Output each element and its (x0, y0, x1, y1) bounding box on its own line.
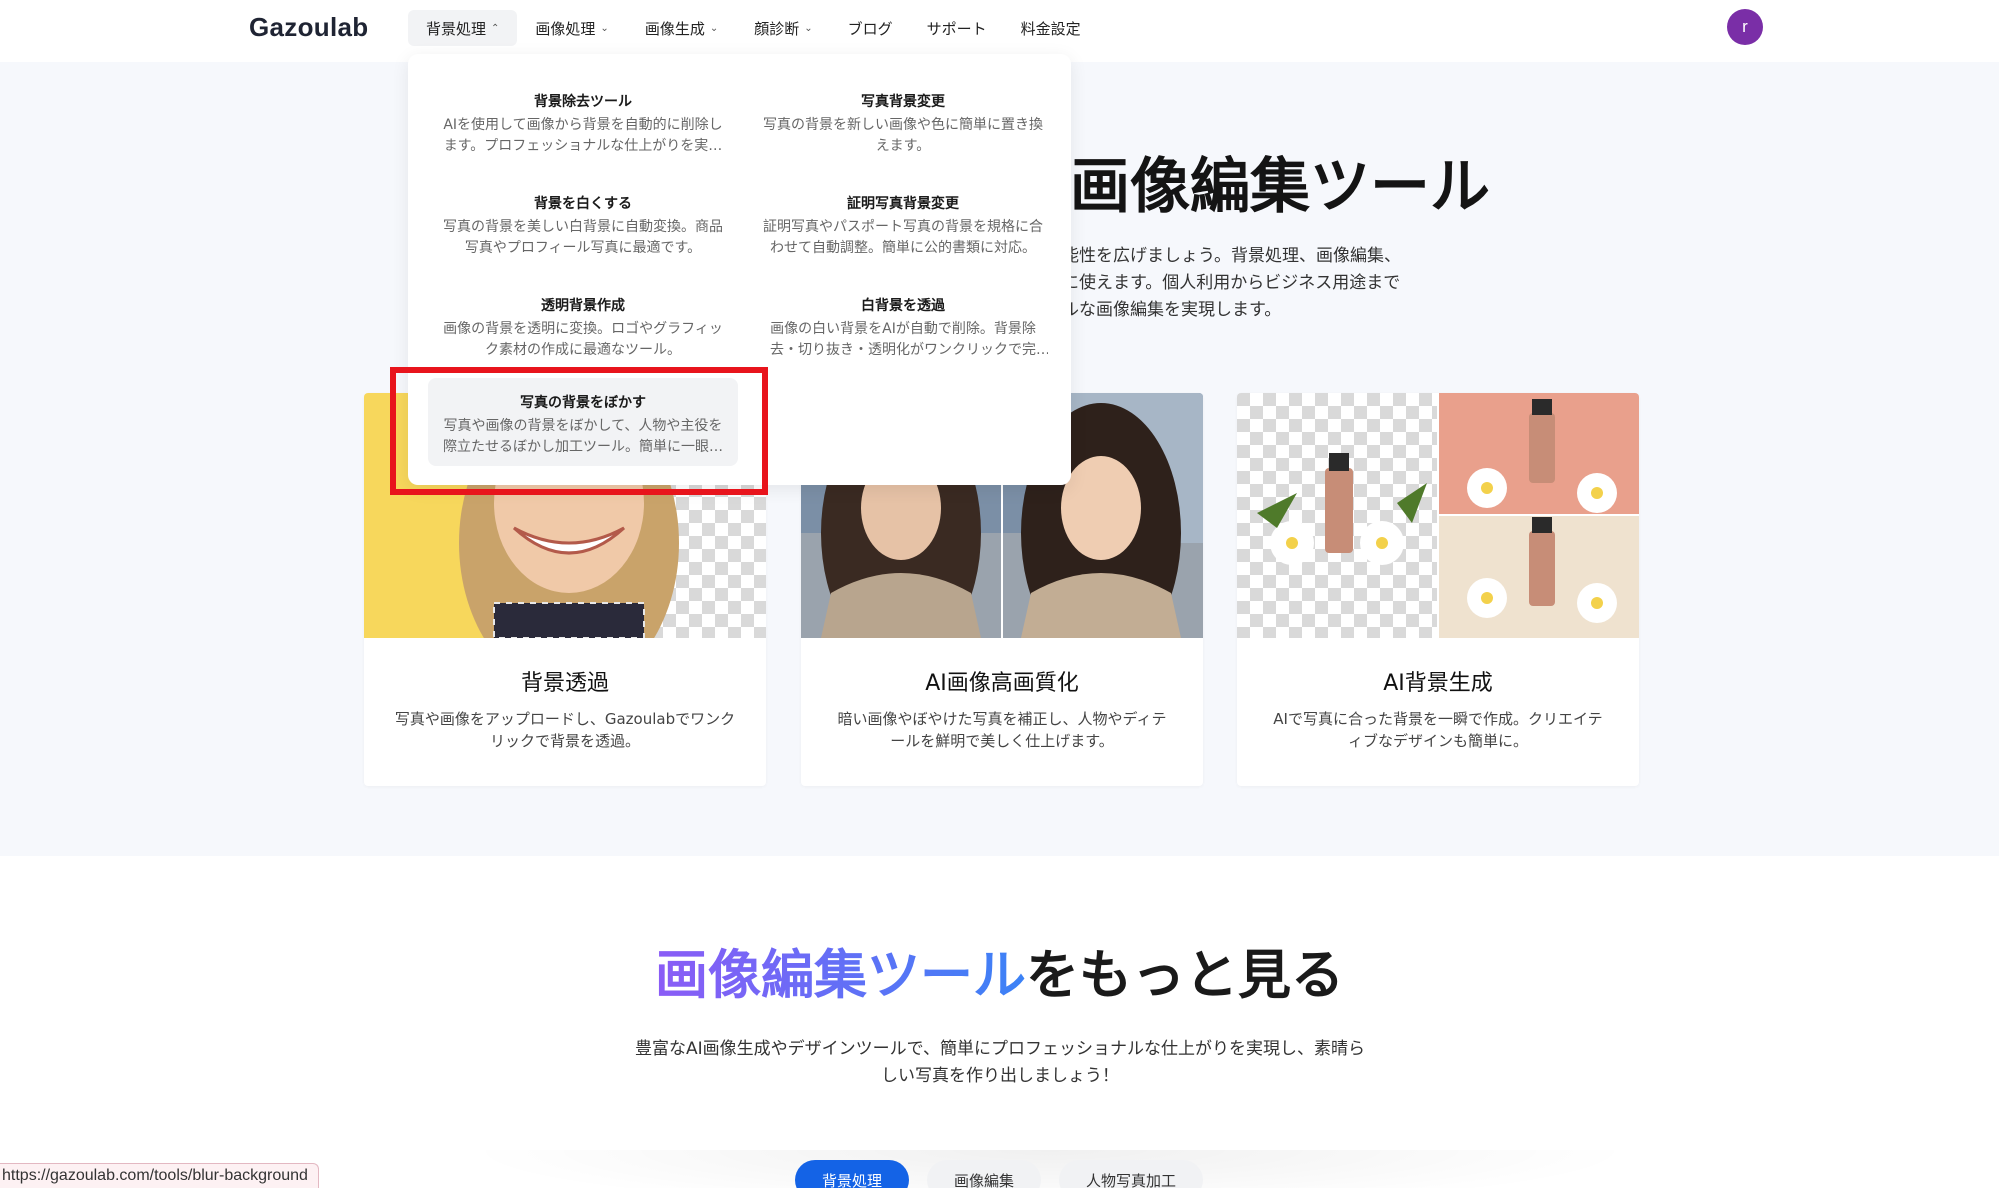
more-tools-title: 画像編集ツールをもっと見る (0, 933, 1999, 1009)
dropdown-item-desc: 証明写真やパスポート写真の背景を規格に合わせて自動調整。簡単に公的書類に対応。 (763, 219, 1043, 256)
nav-face-diagnosis[interactable]: 顔診断 ⌄ (736, 10, 830, 46)
main-nav: 背景処理 ⌃ 画像処理 ⌄ 画像生成 ⌄ 顔診断 ⌄ ブログ サポート 料金設定 (408, 10, 1098, 46)
dropdown-item-title: 写真の背景をぼかす (520, 395, 646, 411)
dropdown-item-title: 透明背景作成 (541, 298, 625, 314)
tool-category-tabs: 背景処理 画像編集 人物写真加工 (795, 1160, 1204, 1188)
chevron-up-icon: ⌃ (491, 22, 500, 34)
nav-label: ブログ (847, 19, 893, 38)
dropdown-item-title: 白背景を透過 (861, 298, 945, 314)
chevron-down-icon: ⌄ (804, 22, 813, 34)
card-title: 背景透過 (520, 671, 609, 696)
nav-label: サポート (926, 19, 987, 38)
user-avatar[interactable]: r (1727, 9, 1763, 45)
nav-image-processing[interactable]: 画像処理 ⌄ (517, 10, 626, 46)
nav-label: 背景処理 (426, 19, 487, 38)
cosmetics-background-image (1237, 393, 1639, 638)
hero-desc-line: に使えます。個人利用からビジネス用途まで (1062, 273, 1401, 293)
card-title: AI画像高画質化 (925, 671, 1079, 696)
background-processing-dropdown: 背景除去ツール AIを使用して画像から背景を自動的に削除します。プロフェッショナ… (408, 54, 1071, 485)
nav-support[interactable]: サポート (910, 10, 1004, 46)
dropdown-item-transparent-background[interactable]: 透明背景作成 画像の背景を透明に変換。ロゴやグラフィック素材の作成に最適なツール… (428, 286, 738, 370)
dropdown-item-white-background[interactable]: 背景を白くする 写真の背景を美しい白背景に自動変換。商品写真やプロフィール写真に… (428, 184, 738, 268)
dropdown-item-desc: 画像の背景を透明に変換。ロゴやグラフィック素材の作成に最適なツール。 (443, 321, 723, 358)
more-tools-title-rest: をもっと見る (1026, 945, 1344, 1006)
nav-label: 顔診断 (754, 19, 800, 38)
nav-label: 画像生成 (644, 19, 705, 38)
nav-image-generation[interactable]: 画像生成 ⌄ (627, 10, 736, 46)
dropdown-item-desc: 画像の白い背景をAIが自動で削除。背景除去・切り抜き・透明化がワンクリックで完了… (770, 321, 1036, 358)
link-preview-status-url: https://gazoulab.com/tools/blur-backgrou… (0, 1163, 319, 1188)
nav-label: 画像処理 (535, 19, 596, 38)
dropdown-item-blur-background[interactable]: 写真の背景をぼかす 写真や画像の背景をぼかして、人物や主役を際立たせるぼかし加工… (428, 378, 738, 466)
chevron-down-icon: ⌄ (600, 22, 609, 34)
dropdown-item-title: 背景除去ツール (534, 94, 632, 110)
hero-desc-line: 能性を広げましょう。背景処理、画像編集、 (1062, 246, 1401, 266)
nav-blog[interactable]: ブログ (831, 10, 910, 46)
nav-label: 料金設定 (1020, 19, 1081, 38)
card-image (1237, 393, 1639, 638)
card-description: 写真や画像をアップロードし、Gazoulabでワンクリックで背景を透過。 (394, 710, 736, 750)
dropdown-item-desc: AIを使用して画像から背景を自動的に削除します。プロフェッショナルな仕上がりを実… (443, 117, 723, 154)
card-title: AI背景生成 (1383, 671, 1493, 696)
dropdown-item-white-to-transparent[interactable]: 白背景を透過 画像の白い背景をAIが自動で削除。背景除去・切り抜き・透明化がワン… (748, 286, 1058, 370)
card-description: AIで写真に合った背景を一瞬で作成。クリエイティブなデザインも簡単に。 (1273, 710, 1603, 750)
hero-desc-line: ルな画像編集を実現します。 (1062, 300, 1282, 320)
tab-background-processing[interactable]: 背景処理 (795, 1160, 910, 1188)
dropdown-item-id-photo-background[interactable]: 証明写真背景変更 証明写真やパスポート写真の背景を規格に合わせて自動調整。簡単に… (748, 184, 1058, 268)
more-tools-title-accent: 画像編集ツール (655, 945, 1026, 1006)
feature-card-ai-background[interactable]: AI背景生成 AIで写真に合った背景を一瞬で作成。クリエイティブなデザインも簡単… (1237, 393, 1639, 786)
dropdown-item-title: 背景を白くする (534, 196, 632, 212)
more-tools-description: 豊富なAI画像生成やデザインツールで、簡単にプロフェッショナルな仕上がりを実現し… (635, 1039, 1365, 1086)
site-logo[interactable]: Gazoulab (249, 12, 368, 43)
top-header: Gazoulab 背景処理 ⌃ 画像処理 ⌄ 画像生成 ⌄ 顔診断 ⌄ ブログ … (0, 0, 1999, 62)
dropdown-item-desc: 写真の背景を美しい白背景に自動変換。商品写真やプロフィール写真に最適です。 (443, 219, 723, 256)
chevron-down-icon: ⌄ (709, 22, 719, 34)
dropdown-item-desc: 写真や画像の背景をぼかして、人物や主役を際立たせるぼかし加工ツール。簡単に一眼レ… (443, 418, 723, 455)
hero-title: 画像編集ツール (1070, 152, 1490, 222)
dropdown-item-title: 写真背景変更 (861, 94, 945, 110)
tab-portrait-editing[interactable]: 人物写真加工 (1059, 1160, 1204, 1188)
card-description: 暗い画像やぼやけた写真を補正し、人物やディテールを鮮明で美しく仕上げます。 (837, 710, 1167, 750)
dropdown-item-title: 証明写真背景変更 (847, 196, 959, 212)
dropdown-item-background-remover[interactable]: 背景除去ツール AIを使用して画像から背景を自動的に削除します。プロフェッショナ… (428, 82, 738, 166)
nav-pricing[interactable]: 料金設定 (1004, 10, 1098, 46)
hero-description: 能性を広げましょう。背景処理、画像編集、 に使えます。個人利用からビジネス用途ま… (1062, 243, 1482, 324)
dropdown-item-desc: 写真の背景を新しい画像や色に簡単に置き換えます。 (763, 117, 1043, 154)
tab-image-editing[interactable]: 画像編集 (927, 1160, 1042, 1188)
dropdown-item-photo-background-change[interactable]: 写真背景変更 写真の背景を新しい画像や色に簡単に置き換えます。 (748, 82, 1058, 166)
nav-background-processing[interactable]: 背景処理 ⌃ (408, 10, 518, 46)
